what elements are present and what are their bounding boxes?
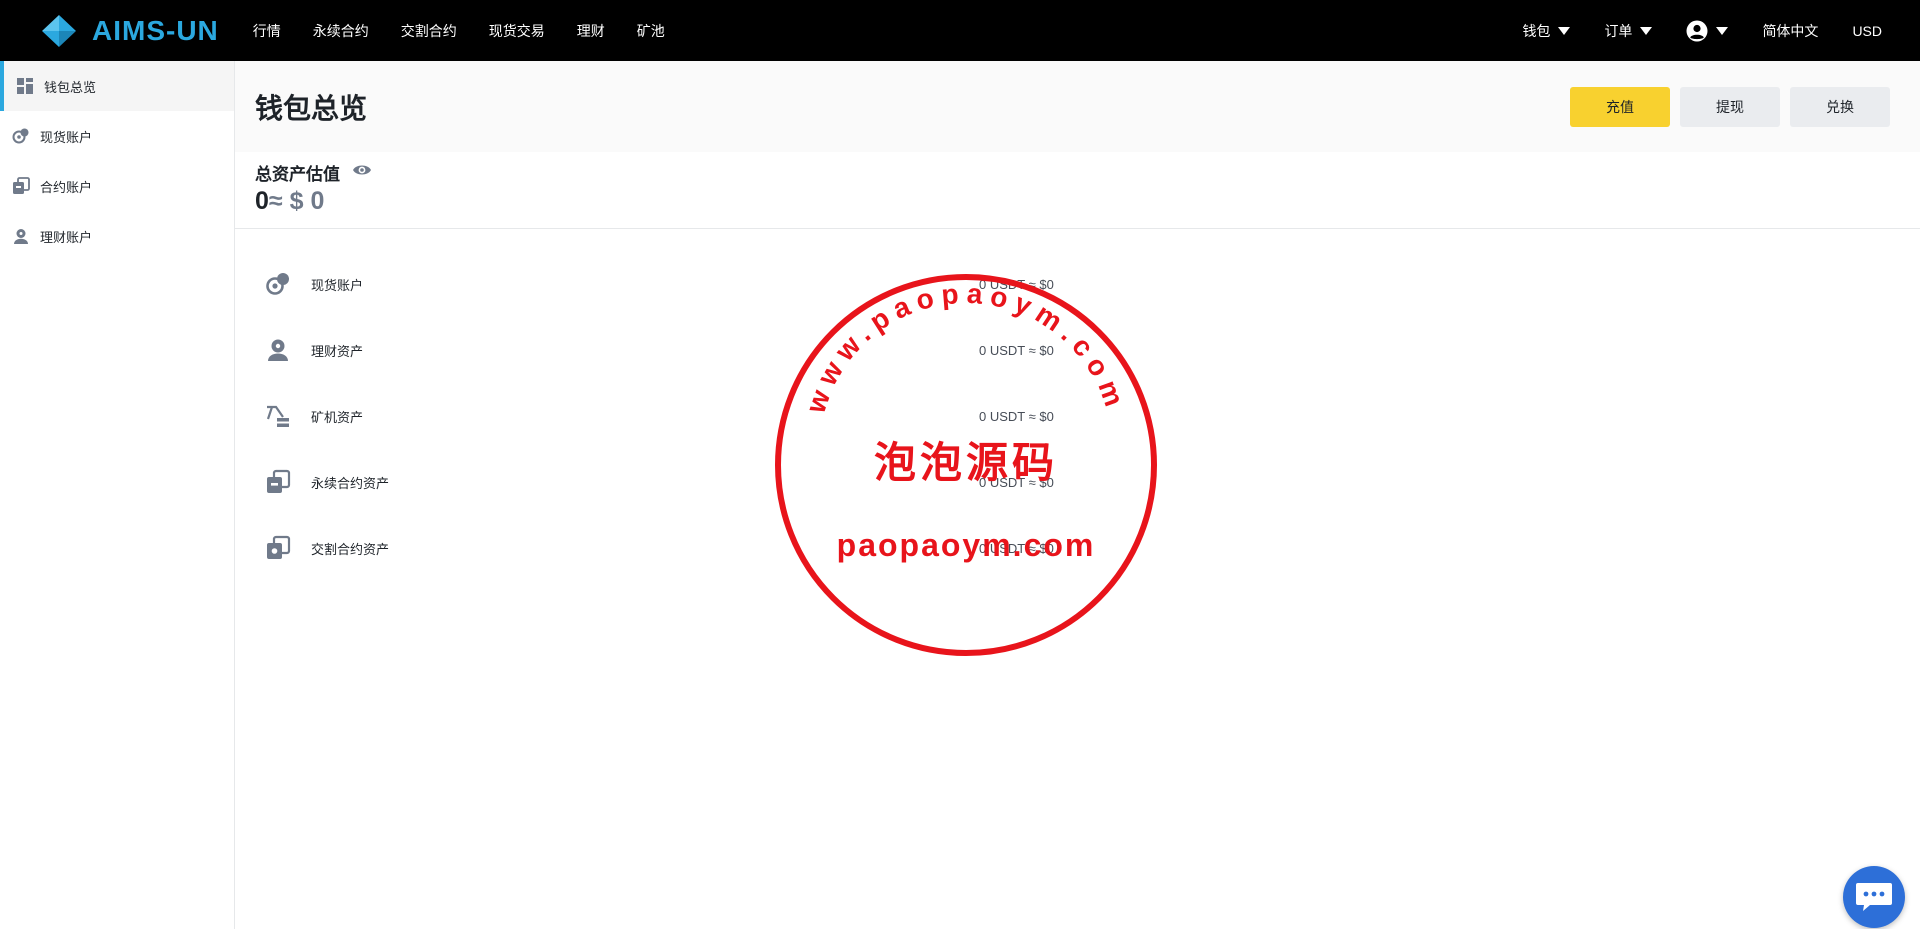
brand-logo[interactable]: AIMS-UN (40, 14, 219, 48)
user-avatar-icon (1686, 20, 1708, 41)
sidebar-item-finance-account[interactable]: 理财账户 (0, 211, 234, 261)
sidebar-item-label: 合约账户 (40, 179, 93, 195)
chevron-down-icon (1640, 26, 1653, 35)
nav-mining-pool[interactable]: 矿池 (637, 21, 665, 41)
sidebar-item-label: 现货账户 (40, 129, 93, 145)
asset-row-spot[interactable]: 现货账户 0 USDT ≈ $0 (235, 251, 1920, 317)
asset-value: 0 USDT ≈ $0 (979, 408, 1054, 424)
total-assets-value: 0≈ $ 0 (255, 187, 1920, 216)
main-content: 钱包总览 充值 提现 兑换 总资产估值 0≈ $ 0 现货账户 0 USDT ≈… (235, 61, 1920, 929)
nav-delivery[interactable]: 交割合约 (401, 21, 457, 41)
asset-name: 矿机资产 (311, 409, 364, 425)
spot-icon (265, 271, 291, 297)
delivery-icon (265, 535, 291, 561)
header-actions: 充值 提现 兑换 (1560, 86, 1890, 127)
wallet-menu[interactable]: 钱包 (1522, 21, 1571, 41)
deposit-button[interactable]: 充值 (1570, 86, 1670, 127)
page-header: 钱包总览 充值 提现 兑换 (235, 61, 1920, 152)
dashboard-icon (16, 77, 34, 95)
asset-value: 0 USDT ≈ $0 (979, 474, 1054, 490)
contract-icon (12, 177, 30, 195)
nav-spot-trading[interactable]: 现货交易 (489, 21, 545, 41)
asset-value: 0 USDT ≈ $0 (979, 540, 1054, 556)
wallet-menu-label: 钱包 (1522, 22, 1551, 39)
language-selector[interactable]: 简体中文 (1762, 21, 1818, 41)
top-navbar: AIMS-UN 行情 永续合约 交割合约 现货交易 理财 矿池 钱包 订单 简体… (0, 0, 1920, 61)
logo-icon (42, 14, 76, 47)
asset-row-finance[interactable]: 理财资产 0 USDT ≈ $0 (235, 317, 1920, 383)
spot-icon (12, 127, 30, 145)
sidebar-item-label: 理财账户 (40, 229, 93, 245)
chat-icon (1856, 883, 1892, 911)
finance-icon (265, 337, 291, 363)
total-assets-summary: 总资产估值 0≈ $ 0 (235, 152, 1920, 229)
sidebar-item-wallet-overview[interactable]: 钱包总览 (0, 61, 234, 111)
orders-menu-label: 订单 (1604, 22, 1633, 39)
approx-symbol: ≈ (268, 187, 283, 215)
right-nav: 钱包 订单 简体中文 USD (1488, 20, 1882, 42)
main-nav: 行情 永续合约 交割合约 现货交易 理财 矿池 (253, 21, 697, 41)
asset-row-perpetual[interactable]: 永续合约资产 0 USDT ≈ $0 (235, 449, 1920, 515)
asset-name: 理财资产 (311, 343, 364, 359)
sidebar-item-label: 钱包总览 (44, 79, 97, 95)
asset-name: 现货账户 (311, 277, 364, 293)
total-assets-fiat: $ 0 (289, 187, 325, 215)
user-menu[interactable] (1686, 20, 1729, 42)
sidebar-item-contract-account[interactable]: 合约账户 (0, 161, 234, 211)
perpetual-icon (265, 469, 291, 495)
sidebar-item-spot-account[interactable]: 现货账户 (0, 111, 234, 161)
asset-row-mining[interactable]: 矿机资产 0 USDT ≈ $0 (235, 383, 1920, 449)
nav-finance[interactable]: 理财 (577, 21, 605, 41)
sidebar: 钱包总览 现货账户 合约账户 理财账户 (0, 61, 235, 929)
orders-menu[interactable]: 订单 (1604, 21, 1653, 41)
chevron-down-icon (1716, 26, 1729, 35)
page-title: 钱包总览 (255, 92, 368, 124)
asset-name: 永续合约资产 (311, 475, 390, 491)
asset-value: 0 USDT ≈ $0 (979, 342, 1054, 358)
withdraw-button[interactable]: 提现 (1680, 86, 1780, 127)
chat-support-button[interactable] (1843, 866, 1905, 928)
nav-market[interactable]: 行情 (253, 21, 281, 41)
mining-icon (265, 403, 291, 429)
asset-value: 0 USDT ≈ $0 (979, 276, 1054, 292)
asset-name: 交割合约资产 (311, 541, 390, 557)
brand-name: AIMS-UN (92, 14, 219, 46)
eye-icon[interactable] (352, 163, 372, 177)
total-assets-label: 总资产估值 (255, 165, 340, 184)
nav-perpetual[interactable]: 永续合约 (313, 21, 369, 41)
currency-selector[interactable]: USD (1852, 23, 1882, 39)
finance-icon (12, 227, 30, 245)
asset-list: 现货账户 0 USDT ≈ $0 理财资产 0 USDT ≈ $0 矿机资产 0… (235, 229, 1920, 581)
asset-row-delivery[interactable]: 交割合约资产 0 USDT ≈ $0 (235, 515, 1920, 581)
convert-button[interactable]: 兑换 (1790, 86, 1890, 127)
total-assets-amount: 0 (255, 187, 269, 215)
chevron-down-icon (1558, 26, 1571, 35)
